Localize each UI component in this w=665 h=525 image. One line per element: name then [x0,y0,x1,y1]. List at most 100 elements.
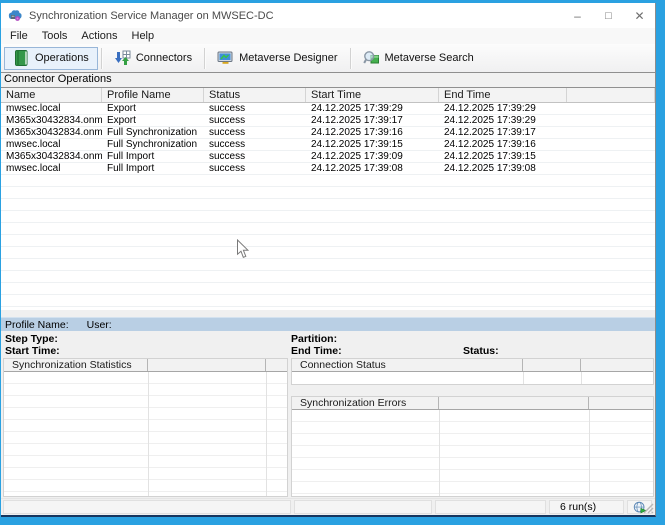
connection-status-body[interactable] [292,372,653,384]
toolbar-button-label: Operations [35,52,89,64]
metaverse-designer-icon [217,50,234,66]
cell-name: mwsec.local [1,163,102,175]
column-divider [439,410,440,496]
status-panel [3,500,291,514]
sync-errors-header-cell[interactable] [589,397,653,409]
cell-status: success [204,127,306,139]
connection-status-header-cell[interactable] [581,359,653,371]
desktop: { "window": { "title": "Synchronization … [0,0,665,525]
cell-end: 24.12.2025 17:39:29 [439,103,567,115]
minimize-button[interactable]: – [562,3,593,28]
toolbar-button-metaverse-search[interactable]: Metaverse Search [354,47,483,70]
header-cell-status[interactable]: Status [204,88,306,102]
detail-panel: Step Type: Partition: Start Time: End Ti… [1,331,655,499]
sync-statistics-body[interactable] [4,372,287,496]
toolbar-button-operations[interactable]: Operations [4,47,98,70]
cell-profile: Export [102,115,204,127]
cell-profile: Full Import [102,151,204,163]
cell-start: 24.12.2025 17:39:16 [306,127,439,139]
connector-operations-title: Connector Operations [4,73,112,85]
sync-statistics-header-cell[interactable] [148,359,266,371]
toolbar-button-metaverse-designer[interactable]: Metaverse Designer [208,47,346,70]
toolbar-separator [350,48,351,69]
header-cell-name[interactable]: Name [1,88,102,102]
header-cell-end-time[interactable]: End Time [439,88,567,102]
table-row[interactable]: mwsec.localFull Synchronizationsuccess 24… [1,139,655,151]
column-divider [581,372,582,384]
toolbar: Operations Connectors Metaverse Designer [1,44,655,73]
close-icon: ✕ [634,9,644,23]
app-icon [7,8,23,24]
table-row[interactable]: M365x30432834.onmi...Full Synchronizatio… [1,127,655,139]
toolbar-separator [101,48,102,69]
operations-table-body[interactable]: mwsec.localExportsuccess24.12.2025 17:39… [1,103,655,310]
connectors-icon [114,50,131,66]
toolbar-separator [204,48,205,69]
sync-statistics-header-cell[interactable]: Synchronization Statistics [4,359,148,371]
cell-start: 24.12.2025 17:39:08 [306,163,439,175]
menu-item-file[interactable]: File [3,28,35,44]
menu-item-help[interactable]: Help [125,28,162,44]
operations-table-header: NameProfile NameStatusStart TimeEnd Time [1,88,655,103]
sync-statistics-header-cell[interactable] [266,359,287,371]
cell-name: mwsec.local [1,139,102,151]
cell-end: 24.12.2025 17:39:08 [439,163,567,175]
toolbar-button-connectors[interactable]: Connectors [105,47,201,70]
header-cell-blank[interactable] [567,88,655,102]
cell-profile: Full Synchronization [102,139,204,151]
horizontal-splitter[interactable] [1,310,655,317]
cell-status: success [204,139,306,151]
sync-statistics-header: Synchronization Statistics [4,359,287,372]
close-button[interactable]: ✕ [624,3,655,28]
connection-status-header: Connection Status [292,359,653,372]
table-row[interactable]: M365x30432834.onmi...Full Importsuccess2… [1,151,655,163]
cell-end: 24.12.2025 17:39:16 [439,139,567,151]
maximize-icon: □ [605,10,612,22]
cell-profile: Export [102,103,204,115]
user-label: User: [87,318,112,331]
status-panel-run-count: 6 run(s) [549,500,624,514]
minimize-icon: – [574,9,581,23]
cell-name: M365x30432834.onmi... [1,115,102,127]
profile-name-label: Profile Name: [5,318,69,331]
cell-start: 24.12.2025 17:39:09 [306,151,439,163]
app-window: Synchronization Service Manager on MWSEC… [1,3,656,517]
sync-errors-list[interactable]: Synchronization Errors [291,396,654,497]
status-panel [294,500,432,514]
run-count: 6 run(s) [560,501,596,513]
cell-start: 24.12.2025 17:39:17 [306,115,439,127]
sync-errors-header-cell[interactable] [439,397,589,409]
table-row[interactable]: mwsec.localExportsuccess24.12.2025 17:39… [1,103,655,115]
metaverse-search-icon [363,50,380,66]
cell-profile: Full Synchronization [102,127,204,139]
cell-name: M365x30432834.onmi... [1,127,102,139]
cell-name: M365x30432834.onmi... [1,151,102,163]
cell-start: 24.12.2025 17:39:29 [306,103,439,115]
sync-errors-header: Synchronization Errors [292,397,653,410]
status-bar: 6 run(s) [1,498,655,515]
cell-status: success [204,151,306,163]
sync-errors-header-cell[interactable]: Synchronization Errors [292,397,439,409]
cell-end: 24.12.2025 17:39:17 [439,127,567,139]
cell-profile: Full Import [102,163,204,175]
step-type-label: Step Type: [5,333,58,345]
connection-status-header-cell[interactable] [523,359,581,371]
header-cell-start-time[interactable]: Start Time [306,88,439,102]
cell-name: mwsec.local [1,103,102,115]
partition-label: Partition: [291,333,337,345]
header-cell-profile-name[interactable]: Profile Name [102,88,204,102]
resize-grip[interactable] [642,502,654,514]
menu-item-actions[interactable]: Actions [74,28,124,44]
sync-statistics-list[interactable]: Synchronization Statistics [3,358,288,497]
toolbar-button-label: Connectors [136,52,192,64]
table-row[interactable]: mwsec.localFull Importsuccess24.12.2025 … [1,163,655,175]
mouse-cursor [236,239,249,259]
menu-item-tools[interactable]: Tools [35,28,75,44]
cell-status: success [204,163,306,175]
table-row[interactable]: M365x30432834.onmi...Exportsuccess24.12.… [1,115,655,127]
maximize-button[interactable]: □ [593,3,624,28]
column-divider [266,372,267,496]
connection-status-header-cell[interactable]: Connection Status [292,359,523,371]
sync-errors-body[interactable] [292,410,653,496]
connection-status-list[interactable]: Connection Status [291,358,654,385]
